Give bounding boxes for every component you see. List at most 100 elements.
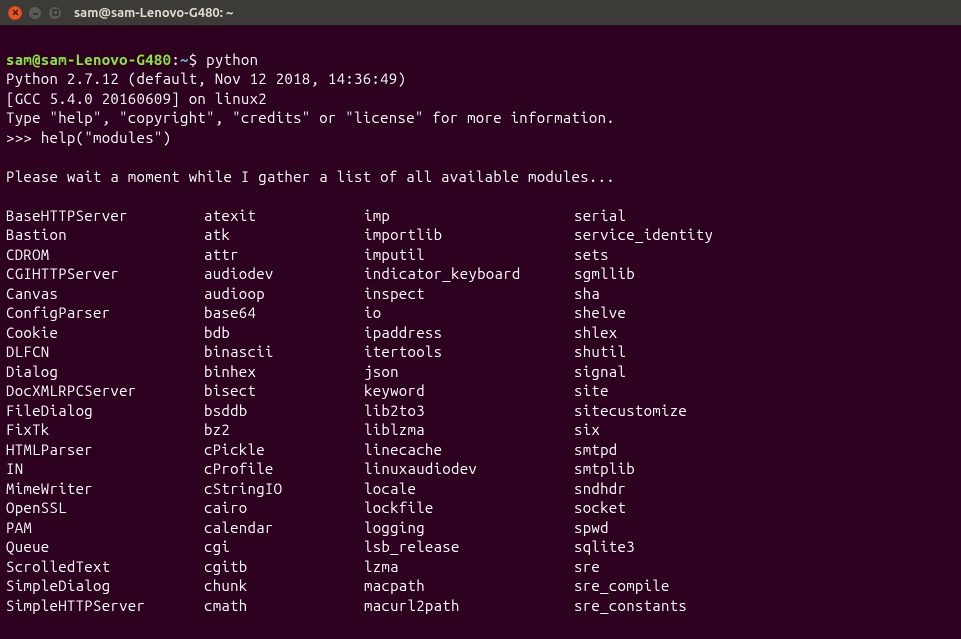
repl-input: help("modules"): [41, 129, 172, 146]
module-row: SimpleDialogchunkmacpathsre_compile: [6, 576, 955, 596]
wait-message: Please wait a moment while I gather a li…: [6, 168, 615, 185]
module-row: INcProfilelinuxaudiodevsmtplib: [6, 459, 955, 479]
module-name: FileDialog: [6, 401, 204, 421]
module-row: Queuecgilsb_releasesqlite3: [6, 537, 955, 557]
module-name: CGIHTTPServer: [6, 264, 204, 284]
module-list: BaseHTTPServeratexitimpserialBastionatki…: [6, 206, 955, 616]
module-row: CGIHTTPServeraudiodevindicator_keyboards…: [6, 264, 955, 284]
module-name: audioop: [204, 284, 364, 304]
prompt-dollar: $: [189, 51, 206, 68]
module-name: site: [574, 381, 609, 401]
module-name: cProfile: [204, 459, 364, 479]
module-name: atexit: [204, 206, 364, 226]
module-name: MimeWriter: [6, 479, 204, 499]
module-name: cPickle: [204, 440, 364, 460]
module-row: DLFCNbinasciiitertoolsshutil: [6, 342, 955, 362]
terminal-area[interactable]: sam@sam-Lenovo-G480:~$ python Python 2.7…: [0, 26, 961, 639]
module-name: linuxaudiodev: [364, 459, 574, 479]
module-name: bisect: [204, 381, 364, 401]
module-name: cgi: [204, 537, 364, 557]
module-name: binascii: [204, 342, 364, 362]
module-name: service_identity: [574, 225, 713, 245]
module-name: ConfigParser: [6, 303, 204, 323]
module-name: base64: [204, 303, 364, 323]
module-name: sgmllib: [574, 264, 635, 284]
module-name: smtplib: [574, 459, 635, 479]
module-row: DocXMLRPCServerbisectkeywordsite: [6, 381, 955, 401]
module-name: cStringIO: [204, 479, 364, 499]
module-name: Canvas: [6, 284, 204, 304]
module-name: io: [364, 303, 574, 323]
repl-prompt: >>>: [6, 129, 41, 146]
module-name: signal: [574, 362, 626, 382]
module-row: ConfigParserbase64ioshelve: [6, 303, 955, 323]
module-name: ipaddress: [364, 323, 574, 343]
module-name: imp: [364, 206, 574, 226]
module-name: lib2to3: [364, 401, 574, 421]
module-name: HTMLParser: [6, 440, 204, 460]
module-name: imputil: [364, 245, 574, 265]
module-name: CDROM: [6, 245, 204, 265]
module-name: json: [364, 362, 574, 382]
module-name: linecache: [364, 440, 574, 460]
shell-command: python: [206, 51, 258, 68]
window-controls: [8, 6, 62, 20]
prompt-colon: :: [171, 51, 180, 68]
module-name: sqlite3: [574, 537, 635, 557]
module-name: itertools: [364, 342, 574, 362]
module-name: six: [574, 420, 600, 440]
module-name: sre_constants: [574, 596, 687, 616]
module-name: lsb_release: [364, 537, 574, 557]
module-name: liblzma: [364, 420, 574, 440]
module-name: sha: [574, 284, 600, 304]
prompt-path: ~: [180, 51, 189, 68]
module-row: FixTkbz2liblzmasix: [6, 420, 955, 440]
module-name: cairo: [204, 498, 364, 518]
module-row: OpenSSLcairolockfilesocket: [6, 498, 955, 518]
module-name: PAM: [6, 518, 204, 538]
module-name: spwd: [574, 518, 609, 538]
module-name: locale: [364, 479, 574, 499]
module-name: keyword: [364, 381, 574, 401]
prompt-user-host: sam@sam-Lenovo-G480: [6, 51, 171, 68]
close-button[interactable]: [8, 6, 22, 20]
module-name: lzma: [364, 557, 574, 577]
python-version-line: Python 2.7.12 (default, Nov 12 2018, 14:…: [6, 70, 406, 87]
module-name: macurl2path: [364, 596, 574, 616]
window-title: sam@sam-Lenovo-G480: ~: [74, 6, 233, 20]
module-name: ScrolledText: [6, 557, 204, 577]
module-row: ScrolledTextcgitblzmasre: [6, 557, 955, 577]
module-row: SimpleHTTPServercmathmacurl2pathsre_cons…: [6, 596, 955, 616]
module-name: sndhdr: [574, 479, 626, 499]
module-name: bz2: [204, 420, 364, 440]
module-name: SimpleHTTPServer: [6, 596, 204, 616]
module-name: IN: [6, 459, 204, 479]
window-titlebar: sam@sam-Lenovo-G480: ~: [0, 0, 961, 26]
module-name: Bastion: [6, 225, 204, 245]
module-row: FileDialogbsddblib2to3sitecustomize: [6, 401, 955, 421]
module-row: Cookiebdbipaddressshlex: [6, 323, 955, 343]
python-gcc-line: [GCC 5.4.0 20160609] on linux2: [6, 90, 267, 107]
module-row: CDROMattrimputilsets: [6, 245, 955, 265]
module-name: lockfile: [364, 498, 574, 518]
module-name: bsddb: [204, 401, 364, 421]
module-row: PAMcalendarloggingspwd: [6, 518, 955, 538]
prompt-line: sam@sam-Lenovo-G480:~$ python: [6, 51, 258, 68]
module-name: atk: [204, 225, 364, 245]
module-name: sre_compile: [574, 576, 670, 596]
module-row: BaseHTTPServeratexitimpserial: [6, 206, 955, 226]
module-name: attr: [204, 245, 364, 265]
module-name: macpath: [364, 576, 574, 596]
module-name: cgitb: [204, 557, 364, 577]
module-name: shelve: [574, 303, 626, 323]
minimize-button[interactable]: [28, 6, 42, 20]
maximize-button[interactable]: [48, 6, 62, 20]
module-name: Dialog: [6, 362, 204, 382]
module-row: Canvasaudioopinspectsha: [6, 284, 955, 304]
module-name: SimpleDialog: [6, 576, 204, 596]
module-name: audiodev: [204, 264, 364, 284]
module-row: Bastionatkimportlibservice_identity: [6, 225, 955, 245]
module-name: BaseHTTPServer: [6, 206, 204, 226]
module-name: importlib: [364, 225, 574, 245]
module-name: socket: [574, 498, 626, 518]
